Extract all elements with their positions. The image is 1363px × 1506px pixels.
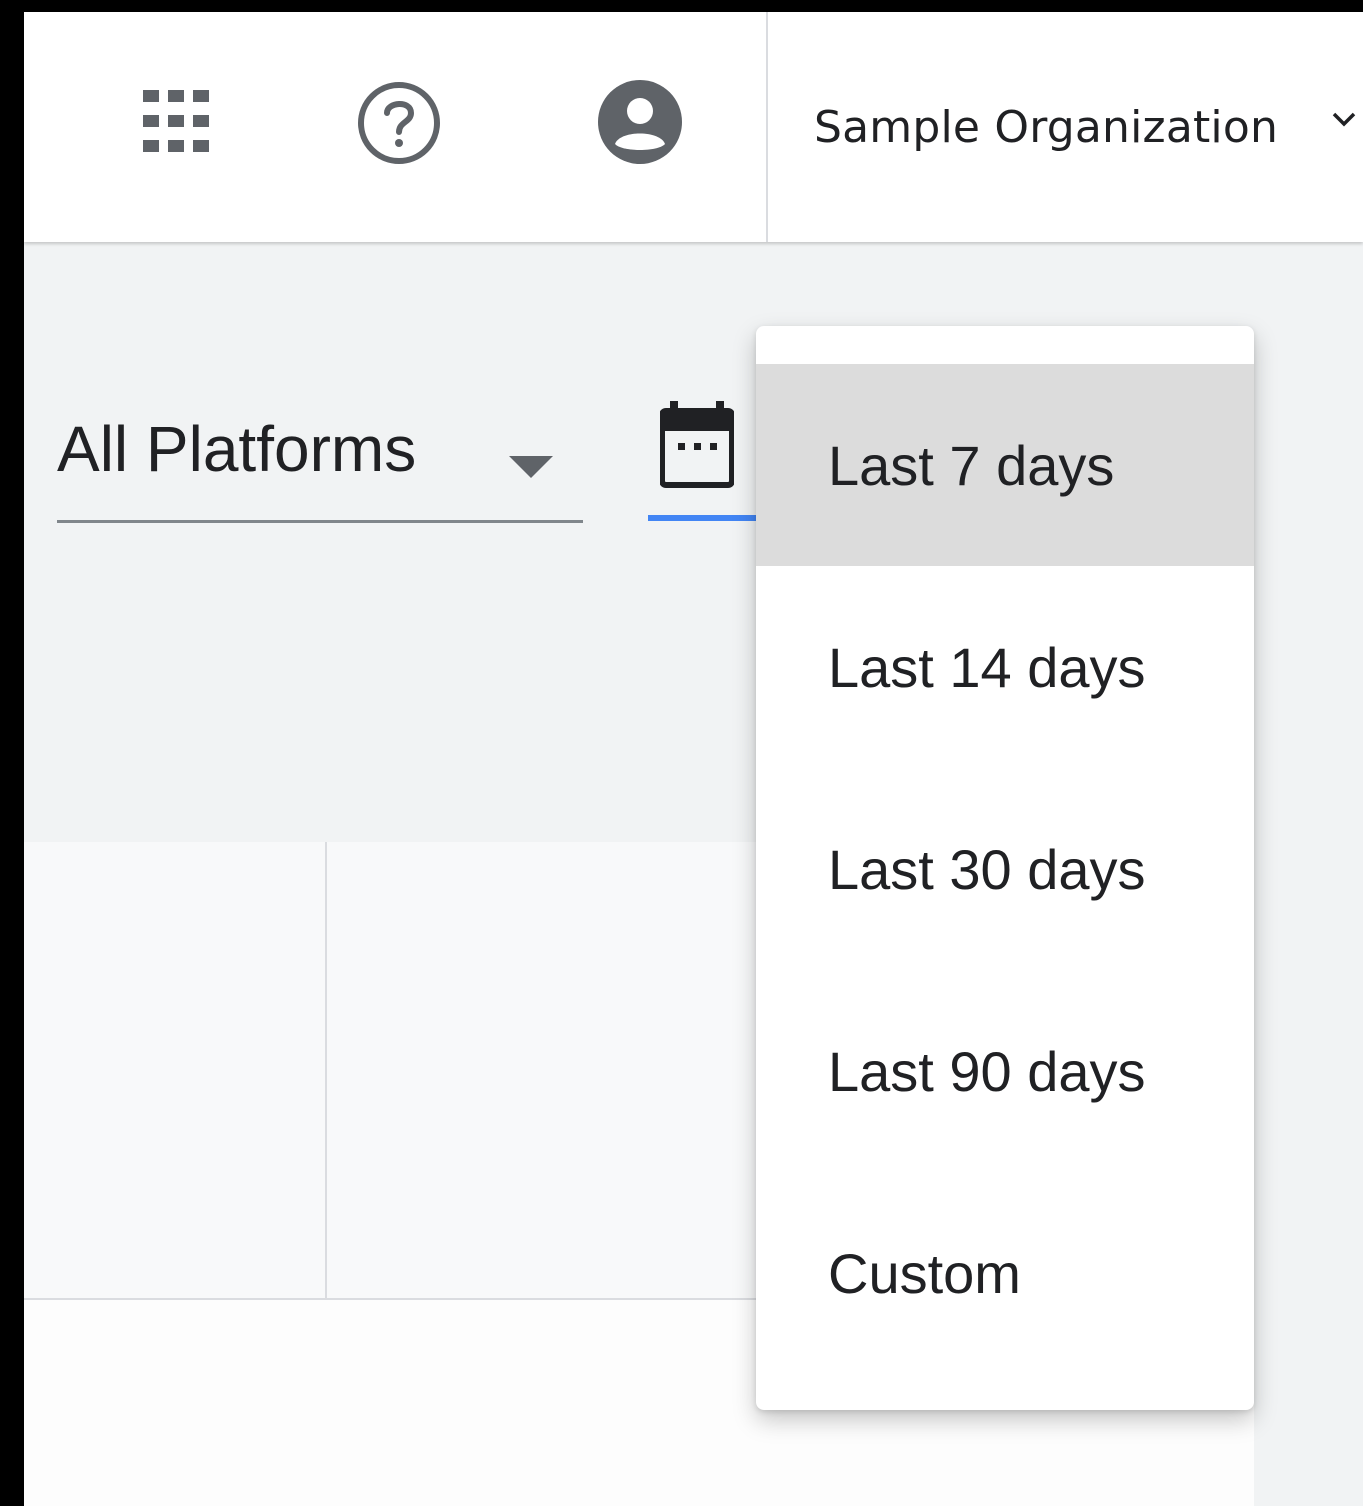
apps-grid-icon: [143, 90, 209, 152]
platform-select-value: All Platforms: [57, 413, 417, 485]
date-range-select[interactable]: [648, 397, 768, 527]
account-circle-icon: [598, 80, 682, 164]
platform-select[interactable]: All Platforms: [57, 402, 583, 523]
menu-item-label: Last 14 days: [828, 635, 1146, 699]
organization-switcher[interactable]: Sample Organization: [814, 92, 1363, 162]
account-button[interactable]: [596, 78, 684, 166]
dropdown-arrow-icon: [509, 456, 553, 478]
apps-button[interactable]: [136, 82, 216, 162]
help-button[interactable]: [356, 80, 442, 166]
app-window: Sample Organization All Platforms Last 7…: [24, 12, 1363, 1506]
organization-name: Sample Organization: [814, 101, 1279, 153]
chevron-down-icon: [1332, 112, 1356, 127]
menu-item-last-90-days[interactable]: Last 90 days: [756, 970, 1254, 1172]
menu-item-last-30-days[interactable]: Last 30 days: [756, 768, 1254, 970]
panel-divider: [325, 842, 327, 1298]
date-range-underline: [648, 515, 768, 521]
menu-item-label: Custom: [828, 1241, 1021, 1305]
menu-item-custom[interactable]: Custom: [756, 1172, 1254, 1374]
menu-item-label: Last 90 days: [828, 1039, 1146, 1103]
top-app-bar: Sample Organization: [24, 12, 1363, 242]
calendar-icon: [660, 401, 734, 488]
menu-item-last-7-days[interactable]: Last 7 days: [756, 364, 1254, 566]
platform-select-underline: [57, 520, 583, 523]
header-divider: [766, 12, 768, 242]
help-circle-icon: [358, 82, 440, 164]
menu-item-label: Last 7 days: [828, 433, 1115, 497]
date-range-menu: Last 7 days Last 14 days Last 30 days La…: [756, 326, 1254, 1410]
menu-item-label: Last 30 days: [828, 837, 1146, 901]
menu-item-last-14-days[interactable]: Last 14 days: [756, 566, 1254, 768]
